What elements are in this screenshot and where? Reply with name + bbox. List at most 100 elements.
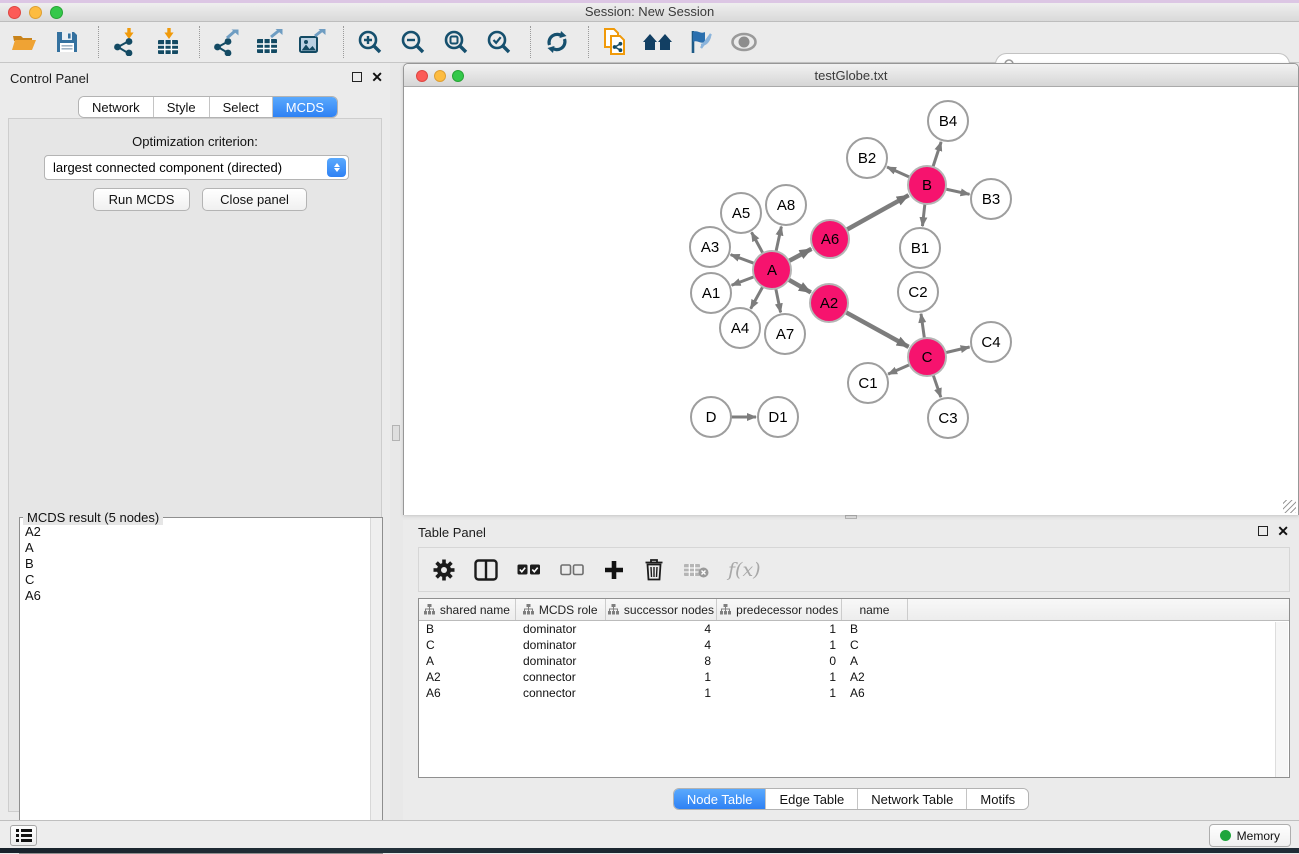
network-canvas[interactable]: B4B2BB3A5A8A6A3B1AA1C2A2A4A7C4CC1C3DD1 [404,88,1298,515]
table-cell[interactable]: C [419,637,516,653]
graph-edge-B-B3[interactable] [944,189,970,195]
table-scrollbar[interactable] [1275,622,1288,777]
table-row[interactable]: A6connector11A6 [419,685,1289,701]
column-header-predecessor-nodes[interactable]: predecessor nodes [717,599,842,620]
graph-edge-B-B2[interactable] [887,167,911,178]
table-cell[interactable]: A6 [419,685,516,701]
clone-network-button[interactable] [599,26,631,58]
graph-edge-C-C1[interactable] [888,364,911,374]
float-panel-icon[interactable] [352,72,362,82]
graph-node-C2[interactable]: C2 [898,272,938,312]
deselect-all-columns-button[interactable] [560,564,584,576]
table-cell[interactable]: B [843,621,909,637]
graph-node-A8[interactable]: A8 [766,185,806,225]
graph-node-A[interactable]: A [753,251,791,289]
table-row[interactable]: Bdominator41B [419,621,1289,637]
toggle-column-view-button[interactable] [474,559,498,581]
tab-network[interactable]: Network [79,97,153,117]
task-history-button[interactable] [10,825,37,846]
graph-node-A1[interactable]: A1 [691,273,731,313]
table-cell[interactable]: A [843,653,909,669]
export-image-button[interactable] [296,26,328,58]
criterion-dropdown[interactable]: largest connected component (directed) [44,155,349,180]
zoom-fit-button[interactable] [440,26,472,58]
graph-edge-A-A4[interactable] [751,285,764,309]
graphics-details-button[interactable] [685,26,717,58]
tab-mcds[interactable]: MCDS [272,97,337,117]
table-cell[interactable]: dominator [516,653,606,669]
graph-edge-A-A2[interactable] [787,279,811,293]
graph-node-A5[interactable]: A5 [721,193,761,233]
open-session-button[interactable] [8,26,40,58]
result-item[interactable]: A6 [22,588,41,604]
delete-table-button[interactable] [683,561,709,579]
zoom-out-button[interactable] [397,26,429,58]
column-header-shared-name[interactable]: shared name [419,599,516,620]
tab-style[interactable]: Style [153,97,209,117]
table-cell[interactable]: C [843,637,909,653]
table-cell[interactable]: connector [516,669,606,685]
table-cell[interactable]: 4 [606,637,718,653]
result-item[interactable]: A2 [22,524,41,540]
graph-edge-B-B4[interactable] [932,142,941,169]
graph-edge-C-C4[interactable] [944,347,970,353]
table-cell[interactable]: 1 [718,637,843,653]
table-cell[interactable]: 1 [718,621,843,637]
refresh-layout-button[interactable] [541,26,573,58]
table-cell[interactable]: A2 [843,669,909,685]
table-cell[interactable]: A6 [843,685,909,701]
table-settings-button[interactable] [433,559,455,581]
table-cell[interactable]: B [419,621,516,637]
result-item[interactable]: B [22,556,41,572]
graph-edge-C-C2[interactable] [921,314,925,340]
splitpane-grip[interactable] [392,425,400,441]
graph-edge-A2-C[interactable] [844,311,909,347]
table-cell[interactable]: dominator [516,621,606,637]
result-item[interactable]: C [22,572,41,588]
close-panel-button[interactable]: Close panel [202,188,307,211]
graph-node-B2[interactable]: B2 [847,138,887,178]
table-cell[interactable]: connector [516,685,606,701]
graph-node-A4[interactable]: A4 [720,308,760,348]
tab-edge-table[interactable]: Edge Table [765,789,857,809]
table-cell[interactable]: 0 [718,653,843,669]
graph-node-C3[interactable]: C3 [928,398,968,438]
table-cell[interactable]: 1 [606,669,718,685]
graph-node-A7[interactable]: A7 [765,314,805,354]
close-table-panel-icon[interactable]: ✕ [1277,526,1289,536]
graph-node-A2[interactable]: A2 [810,284,848,322]
result-scrollbar[interactable] [370,518,382,853]
table-cell[interactable]: dominator [516,637,606,653]
export-network-button[interactable] [210,26,242,58]
result-item[interactable]: A [22,540,41,556]
memory-button[interactable]: Memory [1209,824,1291,847]
column-header-name[interactable]: name [842,599,908,620]
close-panel-icon[interactable]: ✕ [371,72,383,82]
graph-edge-A-A8[interactable] [776,227,782,254]
graph-node-C4[interactable]: C4 [971,322,1011,362]
column-header-successor-nodes[interactable]: successor nodes [606,599,718,620]
export-table-button[interactable] [253,26,285,58]
graph-edge-A-A1[interactable] [732,276,757,285]
table-row[interactable]: A2connector11A2 [419,669,1289,685]
graph-node-A3[interactable]: A3 [690,227,730,267]
tab-network-table[interactable]: Network Table [857,789,966,809]
home-button[interactable] [642,26,674,58]
graph-edge-A-A7[interactable] [775,287,780,313]
graph-node-A6[interactable]: A6 [811,220,849,258]
table-row[interactable]: Cdominator41C [419,637,1289,653]
network-window-titlebar[interactable]: testGlobe.txt [404,64,1298,87]
window-resize-handle[interactable] [1283,500,1296,513]
select-all-columns-button[interactable] [517,564,541,576]
graph-node-D1[interactable]: D1 [758,397,798,437]
splitpane-grip-horizontal[interactable] [845,515,857,519]
graph-edge-A-A5[interactable] [752,232,764,255]
table-row[interactable]: Adominator80A [419,653,1289,669]
graph-node-B1[interactable]: B1 [900,228,940,268]
graph-node-B3[interactable]: B3 [971,179,1011,219]
table-cell[interactable]: 4 [606,621,718,637]
import-network-button[interactable] [109,26,141,58]
zoom-selected-button[interactable] [483,26,515,58]
graph-node-D[interactable]: D [691,397,731,437]
graph-edge-A6-B[interactable] [845,195,909,231]
